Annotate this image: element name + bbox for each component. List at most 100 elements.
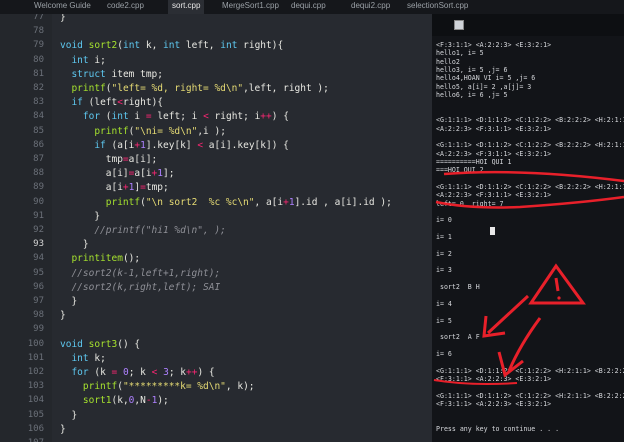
line-number: 91	[33, 210, 44, 221]
console-output-line: ==========HOI QUI 1	[436, 157, 512, 166]
code-line[interactable]: 100 void sort3() {	[0, 337, 432, 352]
line-number: 105	[27, 409, 44, 420]
console-output-line: hello3, i= 5 ,j= 6	[436, 66, 508, 75]
line-number: 101	[27, 352, 44, 363]
code-text: int i;	[71, 54, 106, 66]
console-output-line: i= 5	[436, 316, 452, 325]
console-output-line: hello6, i= 6 ,j= 5	[436, 91, 508, 100]
code-line[interactable]: 102 for (k = 0; k < 3; k++) {	[0, 365, 432, 380]
code-line[interactable]: 81 struct item tmp;	[0, 67, 432, 82]
console-output-line: <G:1:1:1> <D:1:1:2> <C:1:2:2> <H:2:1:1> …	[436, 391, 624, 400]
console-output-line: <A:2:2:3> <F:3:1:1> <E:3:2:1>	[436, 124, 552, 133]
code-text: //printf("hi1 %d\n", );	[94, 225, 226, 236]
code-line[interactable]: 79 void sort2(int k, int left, int right)…	[0, 38, 432, 53]
console-titlebar[interactable]	[432, 14, 624, 36]
line-number: 82	[33, 83, 44, 93]
console-output-line: sort2 B H	[436, 283, 480, 292]
line-number: 102	[27, 367, 44, 377]
tab-welcome-guide[interactable]: Welcome Guide	[30, 0, 95, 14]
line-number: 96	[33, 281, 44, 292]
line-number: 93	[33, 239, 44, 250]
code-line[interactable]: 106}	[0, 422, 432, 437]
code-text: tmp=a[i];	[60, 154, 158, 165]
console-output-line: i= 4	[436, 299, 452, 308]
console-output-line: ===HOI QUI 2	[436, 166, 484, 175]
code-line[interactable]: 101 int k;	[0, 351, 432, 366]
code-text: void sort2(int k, int left, int right){	[60, 40, 284, 52]
line-number: 100	[27, 338, 44, 349]
code-text: a[i+1]=tmp;	[60, 182, 169, 194]
line-number: 80	[33, 54, 44, 65]
code-line[interactable]: 105 }	[0, 408, 432, 423]
code-line[interactable]: 92 //printf("hi1 %d\n", );	[0, 223, 432, 238]
line-number: 92	[33, 225, 44, 235]
code-line[interactable]: 80 int i;	[0, 53, 432, 68]
console-output-line: hello4,HOAN VI i= 5 ,j= 6	[436, 74, 536, 83]
code-line[interactable]: 85 printf("\ni= %d\n",i );	[0, 124, 432, 139]
line-number: 106	[27, 423, 44, 434]
line-number: 84	[33, 111, 44, 122]
line-number: 85	[33, 125, 44, 136]
tab-code2-cpp[interactable]: code2.cpp	[103, 0, 148, 14]
line-number: 90	[33, 196, 44, 207]
code-line[interactable]: 89 a[i+1]=tmp;	[0, 180, 432, 195]
code-text: printf("left= %d, right= %d\n",left, rig…	[71, 83, 329, 94]
line-number: 86	[33, 139, 44, 150]
code-text: for (int i = left; i < right; i++) {	[82, 111, 289, 123]
code-line[interactable]: 95 //sort2(k-1,left+1,right);	[0, 266, 432, 281]
line-number: 104	[27, 395, 44, 406]
code-text: printitem();	[71, 253, 141, 265]
code-line[interactable]: 98}	[0, 308, 432, 323]
tab-sort-cpp[interactable]: sort.cpp	[168, 0, 205, 14]
code-text: if (left<right){	[71, 97, 164, 109]
code-line[interactable]: 83 if (left<right){	[0, 95, 432, 110]
code-text: //sort2(k-1,left+1,right);	[71, 267, 221, 279]
tab-dequi-cpp[interactable]: dequi.cpp	[287, 0, 330, 14]
code-line[interactable]: 78	[0, 24, 432, 39]
code-text: //sort2(k,right,left); SAI	[71, 281, 221, 293]
line-number: 99	[33, 324, 44, 335]
console-output-line: hello2	[436, 57, 460, 66]
code-text: if (a[i+1].key[k] < a[i].key[k]) {	[94, 139, 289, 151]
code-text: void sort3() {	[60, 338, 141, 350]
console-output-line: <F:3:1:1> <A:2:2:3> <E:3:2:1>	[436, 375, 552, 383]
line-number: 78	[33, 26, 44, 37]
code-text: a[i]=a[i+1];	[60, 168, 175, 180]
code-line[interactable]: 97 }	[0, 294, 432, 309]
console-output-line: hello1, i= 5	[436, 49, 484, 58]
code-line[interactable]: 103 printf("*********k= %d\n", k);	[0, 379, 432, 394]
console-output-line: <F:3:1:1> <A:2:2:3> <E:3:2:1>	[436, 400, 552, 409]
tab-dequi2-cpp[interactable]: dequi2.cpp	[347, 0, 394, 14]
code-text: printf("\ni= %d\n",i );	[94, 125, 226, 137]
code-line[interactable]: 94 printitem();	[0, 251, 432, 266]
code-text: }	[60, 310, 66, 322]
console-output-line: i= 0	[436, 216, 452, 225]
code-line[interactable]: 86 if (a[i+1].key[k] < a[i].key[k]) {	[0, 138, 432, 153]
code-editor[interactable]: 77} 78 79 void sort2(int k, int left, int r…	[0, 14, 432, 442]
console-output-line: left= 0, right= 7	[436, 199, 504, 208]
code-line[interactable]: 91 }	[0, 209, 432, 224]
code-text: }	[60, 210, 101, 222]
code-text: }	[60, 296, 78, 307]
line-number: 94	[33, 253, 44, 264]
code-line[interactable]: 93 }	[0, 237, 432, 252]
line-number: 103	[27, 381, 44, 392]
code-line[interactable]: 90 printf("\n sort2 %c %c\n", a[i+1].id …	[0, 195, 432, 210]
line-number: 95	[33, 267, 44, 278]
code-line[interactable]: 87 tmp=a[i];	[0, 152, 432, 167]
console-output-line: i= 3	[436, 266, 452, 275]
line-number: 88	[33, 168, 44, 179]
tab-mergesort1-cpp[interactable]: MergeSort1.cpp	[218, 0, 283, 14]
console-window-icon	[454, 20, 464, 30]
code-line[interactable]: 82 printf("left= %d, right= %d\n",left, …	[0, 81, 432, 96]
code-line[interactable]: 84 for (int i = left; i < right; i++) {	[0, 109, 432, 124]
code-line[interactable]: 96 //sort2(k,right,left); SAI	[0, 280, 432, 295]
line-number: 98	[33, 310, 44, 321]
tab-selectionsort-cpp[interactable]: selectionSort.cpp	[403, 0, 472, 14]
code-line[interactable]: 99	[0, 322, 432, 337]
code-line[interactable]: 107	[0, 436, 432, 442]
code-line[interactable]: 104 sort1(k,0,N-1);	[0, 393, 432, 408]
console-window: <F:3:1:1> <A:2:2:3> <E:3:2:1> hello1, i= …	[432, 14, 624, 442]
code-line[interactable]: 88 a[i]=a[i+1];	[0, 166, 432, 181]
line-number: 83	[33, 97, 44, 108]
